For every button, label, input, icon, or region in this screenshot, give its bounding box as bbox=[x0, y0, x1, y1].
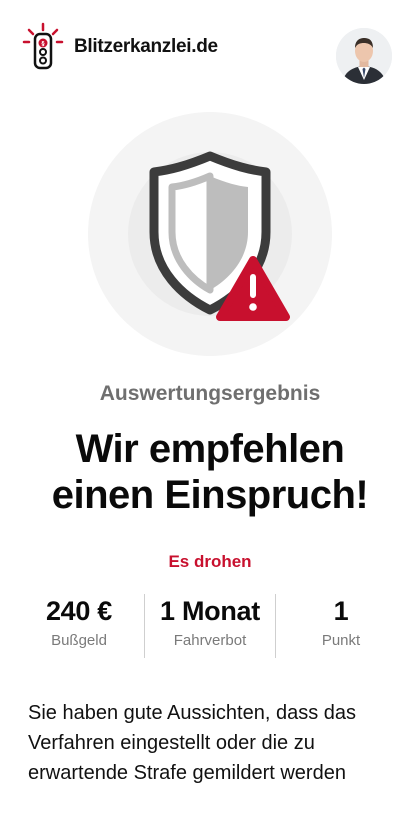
stat-value: 1 Monat bbox=[160, 596, 260, 626]
shield-warning-icon bbox=[149, 151, 290, 321]
result-illustration bbox=[88, 112, 332, 356]
stat-points: 1 Punkt bbox=[275, 594, 406, 658]
stat-fine: 240 € Bußgeld bbox=[14, 594, 144, 658]
svg-text:§: § bbox=[42, 41, 45, 48]
stat-driving-ban: 1 Monat Fahrverbot bbox=[144, 594, 275, 658]
stat-label: Fahrverbot bbox=[173, 632, 247, 649]
result-description: Sie haben gute Aussichten, dass das Verf… bbox=[28, 702, 357, 784]
stat-value: 240 € bbox=[45, 596, 113, 626]
penalty-stats: 240 € Bußgeld 1 Monat Fahrverbot 1 Punkt bbox=[14, 594, 406, 658]
stat-label: Bußgeld bbox=[51, 632, 107, 649]
stat-value: 1 bbox=[333, 596, 349, 626]
result-headline: Wir empfehlen einen Einspruch! bbox=[51, 427, 369, 517]
app-header: § Blitzerkanzlei.de bbox=[0, 0, 420, 100]
traffic-light-icon: § bbox=[22, 22, 64, 72]
stat-label: Punkt bbox=[321, 632, 361, 649]
lawyer-avatar[interactable] bbox=[336, 28, 392, 84]
result-subtitle: Auswertungsergebnis bbox=[99, 382, 321, 405]
threat-label: Es drohen bbox=[168, 552, 252, 571]
brand-logo[interactable]: § Blitzerkanzlei.de bbox=[22, 22, 218, 72]
brand-name: Blitzerkanzlei.de bbox=[74, 36, 218, 57]
